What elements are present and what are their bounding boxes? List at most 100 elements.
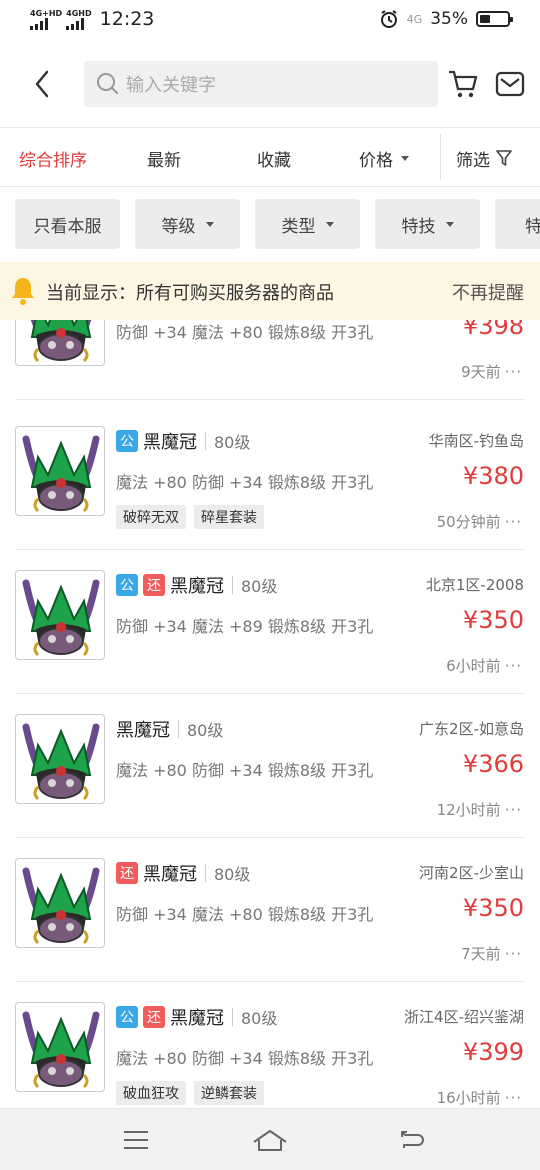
- caret-down-icon: [401, 155, 409, 161]
- sort-price-label: 价格: [359, 150, 393, 171]
- item-level: 80级: [187, 721, 224, 740]
- message-button[interactable]: [493, 67, 527, 101]
- more-icon[interactable]: ···: [505, 801, 522, 819]
- notice-banner: 当前显示：所有可购买服务器的商品 不再提醒: [0, 262, 540, 320]
- battery-icon: [476, 11, 513, 27]
- chip-level[interactable]: 等级: [135, 199, 240, 249]
- list-item[interactable]: 公黑魔冠 80级 华南区-钓鱼岛 魔法 +80 防御 +34 锻炼8级 开3孔 ¥38…: [0, 406, 540, 550]
- item-name: 黑魔冠: [170, 1008, 224, 1029]
- item-level: 80级: [214, 865, 251, 884]
- item-thumbnail: [15, 570, 105, 660]
- item-thumbnail: [15, 858, 105, 948]
- search-placeholder: 输入关键字: [126, 75, 216, 96]
- network-label-2: 4GHD: [66, 8, 92, 18]
- item-badge: 还: [143, 574, 165, 596]
- item-time: 16小时前 ···: [437, 1087, 522, 1108]
- divider: [232, 1008, 233, 1026]
- chip-label: 特: [525, 216, 540, 237]
- back-button[interactable]: [24, 64, 60, 104]
- item-tag: 破血狂攻: [116, 1081, 186, 1105]
- more-icon[interactable]: ···: [505, 657, 522, 675]
- notice-text: 当前显示：所有可购买服务器的商品: [46, 283, 334, 304]
- header: 输入关键字: [0, 42, 540, 127]
- cart-button[interactable]: [446, 67, 480, 101]
- caret-down-icon: [205, 221, 214, 227]
- clock: 12:23: [99, 8, 155, 30]
- chip-more[interactable]: 特: [495, 199, 540, 249]
- bell-icon: [12, 278, 34, 305]
- item-badge: 公: [116, 430, 138, 452]
- list-item[interactable]: 还黑魔冠 80级 河南2区-少室山防御 +34 魔法 +80 锻炼8级 开3孔 ¥3…: [0, 838, 540, 982]
- sort-favorites[interactable]: 收藏: [257, 128, 291, 188]
- more-icon[interactable]: ···: [505, 513, 522, 531]
- chip-skill[interactable]: 特技: [375, 199, 480, 249]
- list-item[interactable]: 黑魔冠 80级 广东2区-如意岛 魔法 +80 防御 +34 锻炼8级 开3孔 ¥36…: [0, 694, 540, 838]
- menu-button[interactable]: [116, 1123, 156, 1157]
- filter-label: 筛选: [456, 150, 490, 171]
- chip-type[interactable]: 类型: [255, 199, 360, 249]
- item-badge: 还: [143, 1006, 165, 1028]
- chip-label: 类型: [281, 216, 316, 237]
- sort-bar: 综合排序 最新 收藏 价格 筛选: [0, 127, 540, 187]
- item-price: ¥350: [462, 894, 524, 922]
- divider: [232, 576, 233, 594]
- item-name: 黑魔冠: [143, 864, 197, 885]
- signal-icon-2: 4GHD: [66, 8, 92, 30]
- list-item[interactable]: 防御 +34 魔法 +80 锻炼8级 开3孔 ¥398 9天前 ···: [0, 320, 540, 400]
- item-thumbnail: [15, 714, 105, 804]
- more-icon[interactable]: ···: [505, 945, 522, 963]
- item-thumbnail: [15, 320, 105, 366]
- item-name: 黑魔冠: [143, 432, 197, 453]
- item-list: 防御 +34 魔法 +80 锻炼8级 开3孔 ¥398 9天前 ··· 公黑魔冠 80…: [0, 320, 540, 1108]
- notice-dismiss-button[interactable]: 不再提醒: [452, 279, 524, 305]
- sort-newest[interactable]: 最新: [147, 128, 181, 188]
- alarm-icon: [380, 10, 397, 28]
- item-price: ¥398: [462, 320, 524, 340]
- item-price: ¥380: [462, 462, 524, 490]
- item-tags: 破碎无双 碎星套装: [116, 505, 264, 529]
- item-level: 80级: [214, 433, 251, 452]
- item-title-row: 公还黑魔冠 80级: [116, 1004, 277, 1030]
- home-button[interactable]: [250, 1123, 290, 1157]
- back-arrow-icon: [35, 70, 49, 98]
- item-badge: 公: [116, 1006, 138, 1028]
- item-server: 广东2区-如意岛: [419, 720, 524, 738]
- sort-comprehensive[interactable]: 综合排序: [19, 128, 87, 188]
- signal-icon-1: 4G+HD: [30, 9, 62, 30]
- divider: [15, 399, 525, 400]
- status-bar: 4G+HD 4GHD 12:23 4G 35%: [0, 0, 540, 42]
- sort-price[interactable]: 价格: [359, 128, 409, 188]
- chip-label: 特技: [401, 216, 436, 237]
- item-price: ¥350: [462, 606, 524, 634]
- search-input[interactable]: 输入关键字: [84, 61, 438, 107]
- caret-down-icon: [445, 221, 454, 227]
- item-time-label: 16小时前: [436, 1089, 501, 1107]
- item-tag: 逆鳞套装: [194, 1081, 264, 1105]
- item-level: 80级: [241, 1009, 278, 1028]
- item-attributes: 防御 +34 魔法 +80 锻炼8级 开3孔: [116, 905, 374, 924]
- item-tag: 碎星套装: [194, 505, 264, 529]
- chip-label: 只看本服: [33, 216, 102, 237]
- item-attributes: 防御 +34 魔法 +89 锻炼8级 开3孔: [116, 617, 374, 636]
- item-level: 80级: [241, 577, 278, 596]
- item-badge: 公: [116, 574, 138, 596]
- item-server: 河南2区-少室山: [419, 864, 524, 882]
- list-item[interactable]: 公还黑魔冠 80级 北京1区-2008 防御 +34 魔法 +89 锻炼8级 开3孔…: [0, 550, 540, 694]
- item-name: 黑魔冠: [116, 720, 170, 741]
- item-title-row: 公黑魔冠 80级: [116, 428, 250, 454]
- chip-local-server[interactable]: 只看本服: [15, 199, 120, 249]
- filter-icon: [496, 150, 512, 166]
- item-price: ¥399: [462, 1038, 524, 1066]
- item-server: 北京1区-2008: [425, 576, 524, 594]
- more-icon[interactable]: ···: [505, 363, 522, 381]
- item-badge: 还: [116, 862, 138, 884]
- list-item[interactable]: 公还黑魔冠 80级 浙江4区-绍兴鉴湖 魔法 +80 防御 +34 锻炼8级 开3孔…: [0, 982, 540, 1108]
- back-nav-button[interactable]: [392, 1123, 432, 1157]
- item-attributes: 魔法 +80 防御 +34 锻炼8级 开3孔: [116, 473, 374, 492]
- item-thumbnail: [15, 1002, 105, 1092]
- filter-chips: 只看本服 等级 类型 特技 特: [0, 187, 540, 263]
- more-icon[interactable]: ···: [505, 1089, 522, 1107]
- divider: [205, 432, 206, 450]
- filter-button[interactable]: 筛选: [456, 128, 512, 188]
- item-attributes: 防御 +34 魔法 +80 锻炼8级 开3孔: [116, 323, 374, 342]
